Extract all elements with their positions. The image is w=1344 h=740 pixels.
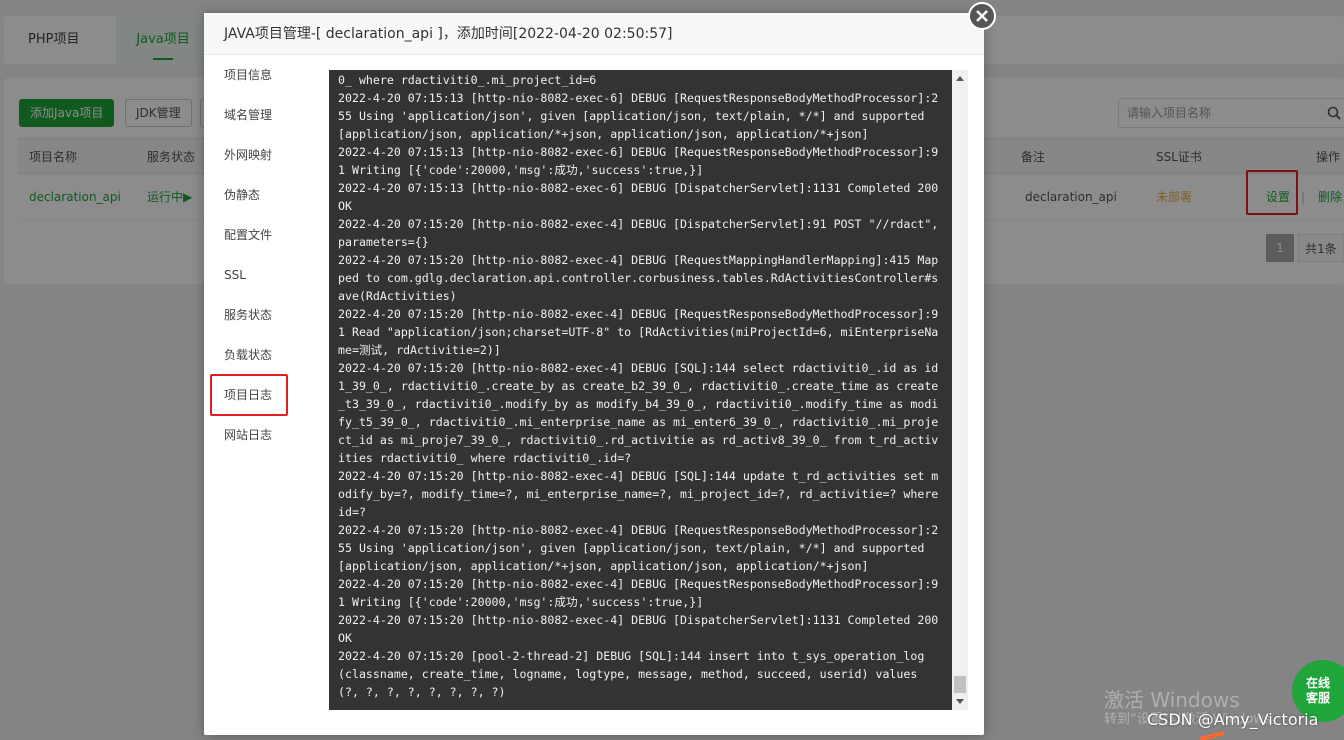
modal-title: JAVA项目管理-[ declaration_api ]，添加时间[2022-0… <box>204 13 984 55</box>
scroll-thumb[interactable] <box>954 676 966 693</box>
log-scrollbar[interactable] <box>952 70 968 710</box>
modal-close-button[interactable] <box>968 2 996 30</box>
nav-item-port-mapping[interactable]: 外网映射 <box>204 135 314 175</box>
log-line: 2022-4-20 07:15:20 [http-nio-8082-exec-4… <box>338 577 939 609</box>
log-line: 2022-4-20 07:15:13 [http-nio-8082-exec-6… <box>338 91 939 141</box>
csdn-watermark: CSDN @Amy_Victoria <box>1147 710 1319 729</box>
online-support-line1: 在线 <box>1305 676 1330 690</box>
nav-item-project-info[interactable]: 项目信息 <box>204 55 314 95</box>
log-line: 2022-4-20 07:15:13 [http-nio-8082-exec-6… <box>338 181 946 213</box>
log-line: 2022-4-20 07:15:20 [http-nio-8082-exec-4… <box>338 307 939 357</box>
log-line: 0_ where rdactiviti0_.mi_project_id=6 <box>338 73 597 87</box>
java-project-modal: JAVA项目管理-[ declaration_api ]，添加时间[2022-0… <box>204 13 984 735</box>
nav-item-service-status[interactable]: 服务状态 <box>204 295 314 335</box>
scroll-down-arrow-icon[interactable] <box>956 699 964 704</box>
log-line: 2022-4-20 07:15:13 [http-nio-8082-exec-6… <box>338 145 939 177</box>
nav-item-site-log[interactable]: 网站日志 <box>204 415 314 455</box>
log-text: 0_ where rdactiviti0_.mi_project_id=6 202… <box>338 71 943 701</box>
log-line: 2022-4-20 07:15:20 [http-nio-8082-exec-4… <box>338 253 939 303</box>
log-line: 2022-4-20 07:15:20 [pool-2-thread-2] DEB… <box>338 649 932 699</box>
nav-item-domain[interactable]: 域名管理 <box>204 95 314 135</box>
nav-item-config[interactable]: 配置文件 <box>204 215 314 255</box>
nav-item-rewrite[interactable]: 伪静态 <box>204 175 314 215</box>
nav-item-load-status[interactable]: 负载状态 <box>204 335 314 375</box>
log-line: 2022-4-20 07:15:20 [http-nio-8082-exec-4… <box>338 469 946 519</box>
log-line: 2022-4-20 07:15:20 [http-nio-8082-exec-4… <box>338 613 946 645</box>
project-log-highlight-box <box>210 374 288 416</box>
log-line: 2022-4-20 07:15:20 [http-nio-8082-exec-4… <box>338 361 939 465</box>
log-line: 2022-4-20 07:15:20 [http-nio-8082-exec-4… <box>338 217 946 249</box>
online-support-line2: 客服 <box>1305 691 1330 705</box>
project-log-output[interactable]: 0_ where rdactiviti0_.mi_project_id=6 202… <box>329 70 952 710</box>
close-icon <box>976 10 988 22</box>
log-line: 2022-4-20 07:15:20 [http-nio-8082-exec-4… <box>338 523 939 573</box>
nav-item-ssl[interactable]: SSL <box>204 255 314 295</box>
scroll-up-arrow-icon[interactable] <box>956 76 964 81</box>
